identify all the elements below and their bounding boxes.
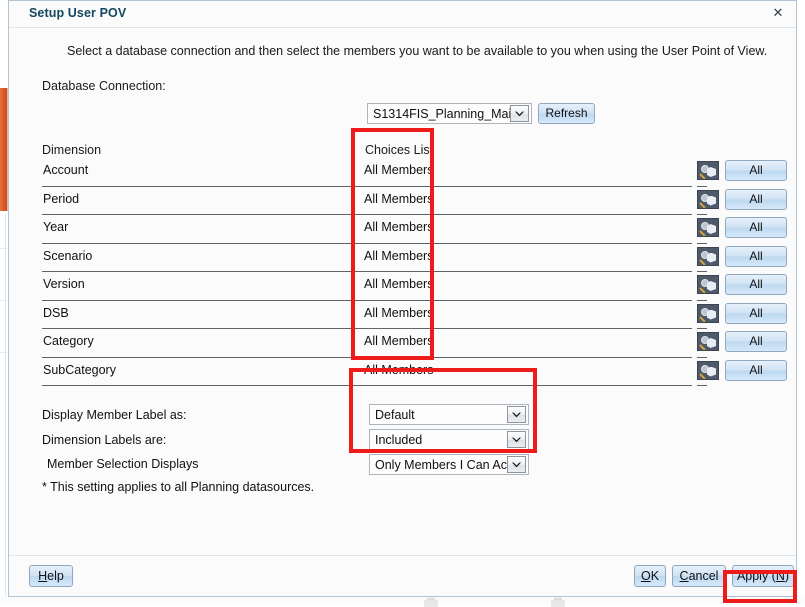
chevron-down-icon[interactable] (507, 456, 526, 473)
background-grid-row (0, 248, 8, 249)
column-header-dimension: Dimension (42, 143, 102, 157)
dimension-labels-value: Included (375, 432, 423, 447)
help-label-rest: elp (47, 569, 64, 583)
display-member-label-value: Default (375, 407, 415, 422)
help-button[interactable]: Help (29, 565, 73, 587)
table-row[interactable]: Account All Members (42, 158, 692, 187)
dialog-titlebar: Setup User POV ✕ (9, 1, 796, 28)
choices-list-value[interactable]: All Members (364, 306, 433, 320)
display-member-label-label: Display Member Label as: (42, 408, 187, 422)
chevron-down-icon[interactable] (507, 431, 526, 448)
row-actions: All (697, 187, 789, 215)
row-actions: All (697, 301, 789, 329)
row-actions: All (697, 158, 789, 187)
table-row[interactable]: Version All Members (42, 272, 692, 301)
row-actions: All (697, 329, 789, 358)
apply-mnemonic: N (775, 569, 785, 583)
row-actions-column: All All All All All All All All (697, 158, 789, 386)
background-grid-row (0, 352, 8, 353)
cancel-label-rest: ancel (688, 569, 719, 583)
settings-note: * This setting applies to all Planning d… (42, 480, 315, 494)
all-button[interactable]: All (725, 274, 787, 295)
member-select-icon[interactable] (697, 246, 719, 266)
table-row[interactable]: Period All Members (42, 187, 692, 215)
choices-list-value[interactable]: All Members (364, 363, 433, 377)
refresh-button[interactable]: Refresh (538, 103, 595, 124)
chevron-down-icon[interactable] (510, 105, 529, 122)
all-button[interactable]: All (725, 160, 787, 181)
choices-list-value[interactable]: All Members (364, 249, 433, 263)
dialog-title: Setup User POV (29, 6, 127, 20)
column-header-choices-list: Choices List (365, 143, 434, 157)
database-connection-value: S1314FIS_Planning_Main (373, 106, 510, 121)
table-row[interactable]: Scenario All Members (42, 244, 692, 272)
dimension-name: Category (43, 334, 94, 348)
choices-list-value[interactable]: All Members (364, 192, 433, 206)
all-button[interactable]: All (725, 331, 787, 352)
dimension-labels-label: Dimension Labels are: (42, 433, 167, 447)
choices-list-value[interactable]: All Members (364, 277, 433, 291)
apply-button[interactable]: Apply (N) (732, 565, 794, 587)
row-actions: All (697, 244, 789, 272)
all-button[interactable]: All (725, 245, 787, 267)
member-selection-displays-value: Only Members I Can Access (375, 457, 507, 472)
member-selection-displays-select[interactable]: Only Members I Can Access (369, 454, 529, 475)
member-select-icon[interactable] (697, 275, 719, 294)
dimension-name: Period (43, 191, 80, 206)
row-actions: All (697, 215, 789, 244)
background-lower-strip (0, 596, 805, 605)
ok-button[interactable]: OK (634, 565, 666, 587)
dialog-body: Select a database connection and then se… (9, 28, 796, 558)
dimension-name: SubCategory (43, 362, 116, 377)
choices-list-value[interactable]: All Members (364, 163, 433, 177)
table-row[interactable]: SubCategory All Members (42, 358, 692, 386)
background-grid-row (0, 300, 8, 301)
dimension-name: Version (43, 277, 85, 291)
chevron-down-icon[interactable] (507, 406, 526, 423)
database-connection-select[interactable]: S1314FIS_Planning_Main (367, 103, 532, 124)
member-select-icon[interactable] (697, 360, 719, 380)
dimension-labels-select[interactable]: Included (369, 429, 529, 450)
member-select-icon[interactable] (697, 161, 719, 180)
close-icon[interactable]: ✕ (770, 5, 786, 21)
dimension-table: Account All Members Period All Members Y… (42, 158, 692, 386)
dimension-name: Account (43, 163, 89, 177)
instruction-text: Select a database connection and then se… (67, 44, 768, 58)
all-button[interactable]: All (725, 217, 787, 238)
dialog-footer: Help OK Cancel Apply (N) (9, 555, 796, 596)
member-select-icon[interactable] (697, 332, 719, 351)
dimension-name: Scenario (43, 248, 93, 263)
member-select-icon[interactable] (697, 303, 719, 323)
choices-list-value[interactable]: All Members (364, 334, 433, 348)
ok-label-rest: K (650, 569, 660, 583)
database-connection-label: Database Connection: (42, 79, 166, 93)
display-member-label-select[interactable]: Default (369, 404, 529, 425)
table-row[interactable]: Category All Members (42, 329, 692, 358)
apply-label-suffix: ) (784, 569, 790, 583)
row-actions: All (697, 272, 789, 301)
member-select-icon[interactable] (697, 218, 719, 237)
table-row[interactable]: DSB All Members (42, 301, 692, 329)
cancel-button[interactable]: Cancel (672, 565, 726, 587)
ok-mnemonic: O (640, 569, 651, 583)
apply-label-prefix: Apply ( (736, 569, 776, 583)
row-divider (697, 385, 707, 386)
member-select-icon[interactable] (697, 189, 719, 209)
dimension-name: Year (43, 220, 69, 234)
background-grid-line (5, 215, 6, 595)
all-button[interactable]: All (725, 188, 787, 210)
cancel-mnemonic: C (679, 569, 689, 583)
all-button[interactable]: All (725, 359, 787, 381)
setup-user-pov-dialog: Setup User POV ✕ Select a database conne… (8, 0, 797, 597)
row-actions: All (697, 358, 789, 386)
help-mnemonic: H (38, 569, 48, 583)
dimension-name: DSB (43, 305, 69, 320)
member-selection-displays-label: Member Selection Displays (47, 457, 199, 471)
table-row[interactable]: Year All Members (42, 215, 692, 244)
all-button[interactable]: All (725, 302, 787, 324)
choices-list-value[interactable]: All Members (364, 220, 433, 234)
